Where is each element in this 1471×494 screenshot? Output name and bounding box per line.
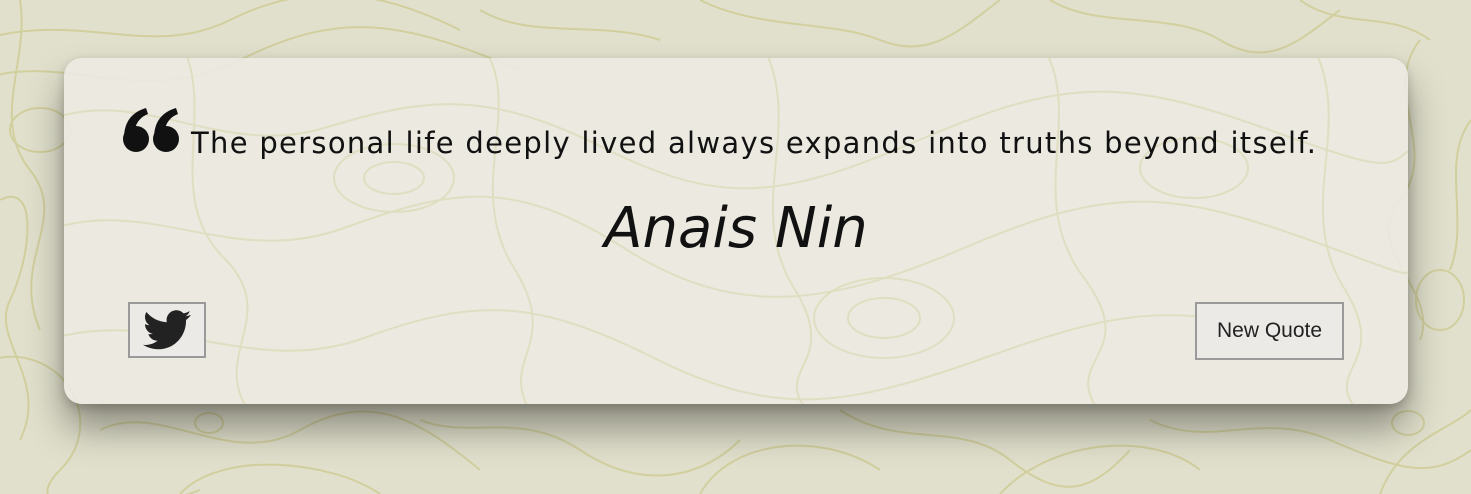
quote-open-icon	[123, 108, 179, 152]
quote-author: Anais Nin	[604, 196, 868, 261]
new-quote-button[interactable]: New Quote	[1195, 302, 1344, 360]
twitter-bird-icon	[143, 310, 191, 350]
quote-card: The personal life deeply lived always ex…	[64, 58, 1408, 404]
quote-row: The personal life deeply lived always ex…	[122, 108, 1372, 168]
quote-text: The personal life deeply lived always ex…	[191, 126, 1318, 160]
tweet-quote-button[interactable]	[128, 302, 206, 358]
